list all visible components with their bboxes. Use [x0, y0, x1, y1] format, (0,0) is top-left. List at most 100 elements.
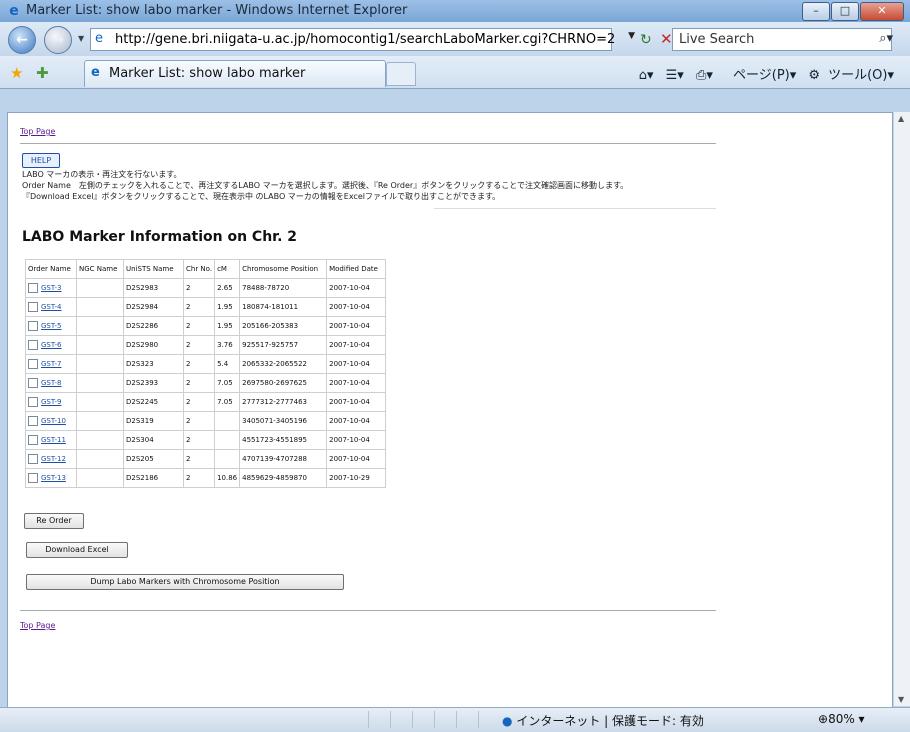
vertical-scrollbar[interactable]: ▲ ▼: [893, 112, 910, 706]
cm-cell: 7.05: [214, 392, 241, 412]
order-name-link[interactable]: GST-9: [41, 398, 61, 406]
history-dropdown-icon[interactable]: ▼: [78, 34, 84, 43]
status-divider: [412, 711, 413, 728]
chromosome-position-cell: 205166-205383: [239, 316, 328, 336]
cm-cell: 1.95: [214, 297, 241, 317]
ngc-name-cell: [76, 316, 124, 336]
unists-name-cell: D2S2245: [123, 392, 184, 412]
order-checkbox[interactable]: [28, 435, 38, 445]
chr-no-cell: 2: [182, 449, 216, 469]
chr-no-cell: 2: [182, 278, 216, 298]
chromosome-position-cell: 4707139-4707288: [239, 449, 328, 469]
order-checkbox[interactable]: [28, 302, 38, 312]
globe-icon: ●: [502, 714, 513, 728]
order-checkbox[interactable]: [28, 397, 38, 407]
unists-name-cell: D2S2286: [123, 316, 184, 336]
ngc-name-cell: [76, 278, 124, 298]
cm-cell: [214, 411, 241, 431]
download-excel-button[interactable]: Download Excel: [26, 542, 128, 558]
order-name-link[interactable]: GST-4: [41, 303, 61, 311]
home-icon[interactable]: ⌂▾: [639, 68, 654, 83]
order-name-link[interactable]: GST-5: [41, 322, 61, 330]
cm-cell: [214, 430, 241, 450]
order-name-link[interactable]: GST-10: [41, 417, 66, 425]
cm-cell: 5.4: [214, 354, 241, 374]
chr-no-cell: 2: [182, 354, 216, 374]
page-menu-label: ページ(P): [733, 68, 790, 83]
order-name-link[interactable]: GST-11: [41, 436, 66, 444]
table-row: GST-3 D2S2983 2 2.65 78488-78720 2007-10-04: [25, 278, 387, 298]
order-checkbox[interactable]: [28, 359, 38, 369]
column-header: Chromosome Position: [239, 259, 328, 279]
zoom-level[interactable]: ⊕80% ▾: [818, 712, 865, 726]
top-page-link[interactable]: Top Page: [20, 621, 55, 630]
scroll-up-icon[interactable]: ▲: [898, 114, 904, 123]
divider: [20, 143, 716, 144]
back-button[interactable]: ←: [8, 26, 36, 54]
table-row: GST-11 D2S304 2 4551723-4551895 2007-10-04: [25, 430, 387, 450]
help-line: LABO マーカの表示・再注文を行ないます。: [22, 170, 182, 179]
print-icon[interactable]: ⎙▾: [696, 68, 713, 83]
url-dropdown-icon[interactable]: ▼: [628, 31, 635, 41]
help-text: LABO マーカの表示・再注文を行ないます。 Order Name 左側のチェッ…: [22, 169, 628, 202]
order-checkbox[interactable]: [28, 378, 38, 388]
scroll-down-icon[interactable]: ▼: [898, 695, 904, 704]
order-name-link[interactable]: GST-6: [41, 341, 61, 349]
dump-markers-button[interactable]: Dump Labo Markers with Chromosome Positi…: [26, 574, 344, 590]
search-icon[interactable]: ⌕▾: [879, 31, 893, 46]
ngc-name-cell: [76, 373, 124, 393]
order-checkbox[interactable]: [28, 473, 38, 483]
close-button[interactable]: ✕: [860, 2, 904, 21]
window-title: Marker List: show labo marker - Windows …: [26, 3, 408, 18]
order-checkbox[interactable]: [28, 283, 38, 293]
page-menu[interactable]: ページ(P)▾: [725, 68, 796, 83]
modified-date-cell: 2007-10-04: [326, 354, 387, 374]
chromosome-position-cell: 180874-181011: [239, 297, 328, 317]
order-checkbox[interactable]: [28, 416, 38, 426]
tools-menu[interactable]: ⚙ ツール(O)▾: [808, 68, 894, 83]
top-page-link[interactable]: Top Page: [20, 127, 55, 136]
add-favorites-icon[interactable]: ✚: [36, 64, 49, 82]
status-divider: [478, 711, 479, 728]
minimize-button[interactable]: –: [802, 2, 830, 21]
unists-name-cell: D2S319: [123, 411, 184, 431]
order-name-link[interactable]: GST-3: [41, 284, 61, 292]
table-row: GST-8 D2S2393 2 7.05 2697580-2697625 2007-10-…: [25, 373, 387, 393]
chr-no-cell: 2: [182, 430, 216, 450]
order-name-link[interactable]: GST-13: [41, 474, 66, 482]
column-header: Order Name: [25, 259, 77, 279]
new-tab-button[interactable]: [386, 62, 416, 86]
column-header: Modified Date: [326, 259, 387, 279]
tab-current[interactable]: e Marker List: show labo marker: [84, 60, 386, 87]
chr-no-cell: 2: [182, 335, 216, 355]
address-field[interactable]: e http://gene.bri.niigata-u.ac.jp/homoco…: [90, 28, 635, 51]
order-checkbox[interactable]: [28, 321, 38, 331]
order-checkbox[interactable]: [28, 340, 38, 350]
ngc-name-cell: [76, 392, 124, 412]
order-name-link[interactable]: GST-8: [41, 379, 61, 387]
order-name-link[interactable]: GST-7: [41, 360, 61, 368]
maximize-button[interactable]: □: [831, 2, 859, 21]
table-row: GST-4 D2S2984 2 1.95 180874-181011 2007-10-04: [25, 297, 387, 317]
url-text[interactable]: http://gene.bri.niigata-u.ac.jp/homocont…: [115, 32, 615, 47]
security-zone[interactable]: ● インターネット | 保護モード: 有効: [502, 712, 704, 729]
chromosome-position-cell: 4859629-4859870: [239, 468, 328, 488]
order-checkbox[interactable]: [28, 454, 38, 464]
status-bar: ● インターネット | 保護モード: 有効 ⊕80% ▾: [0, 707, 910, 732]
reorder-button[interactable]: Re Order: [24, 513, 84, 529]
refresh-icon[interactable]: ↻: [640, 32, 652, 48]
ngc-name-cell: [76, 449, 124, 469]
status-divider: [368, 711, 369, 728]
chromosome-position-cell: 2697580-2697625: [239, 373, 328, 393]
feeds-icon[interactable]: ☰▾: [666, 68, 684, 83]
unists-name-cell: D2S2983: [123, 278, 184, 298]
forward-button[interactable]: →: [44, 26, 72, 54]
search-input[interactable]: Live Search ⌕▾: [672, 28, 893, 51]
favorites-star-icon[interactable]: ★: [10, 64, 23, 82]
modified-date-cell: 2007-10-04: [326, 278, 387, 298]
order-name-link[interactable]: GST-12: [41, 455, 66, 463]
help-button[interactable]: HELP: [22, 153, 60, 168]
search-placeholder: Live Search: [679, 32, 755, 47]
chromosome-position-cell: 78488-78720: [239, 278, 328, 298]
stop-icon[interactable]: ✕: [660, 30, 673, 48]
